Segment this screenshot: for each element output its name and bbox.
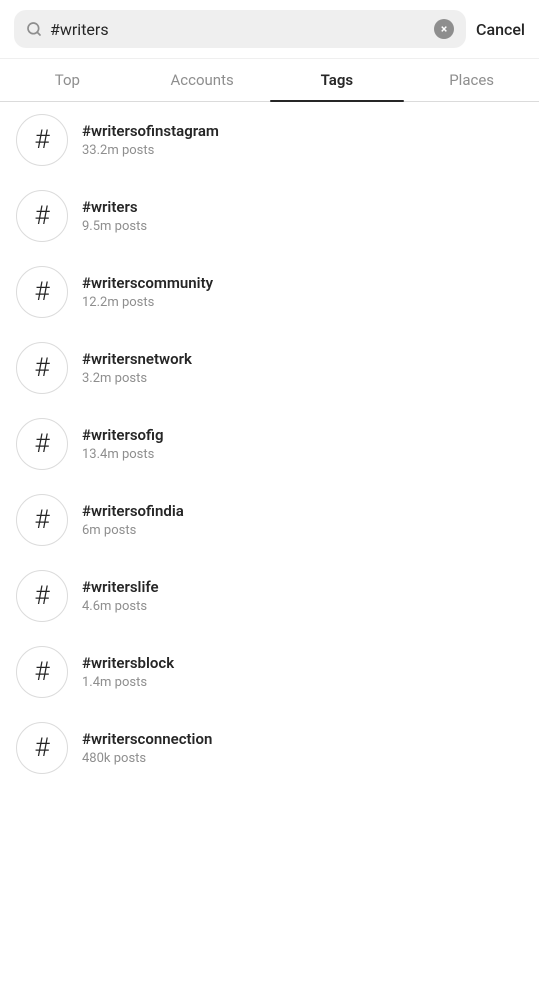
list-item[interactable]: # #writerslife 4.6m posts xyxy=(0,558,539,634)
list-item[interactable]: # #writers 9.5m posts xyxy=(0,178,539,254)
tab-top[interactable]: Top xyxy=(0,59,135,101)
tag-name: #writersconnection xyxy=(82,730,212,748)
tag-post-count: 33.2m posts xyxy=(82,143,219,158)
hashtag-icon: # xyxy=(16,342,68,394)
tag-name: #writersnetwork xyxy=(82,350,192,368)
hashtag-icon: # xyxy=(16,570,68,622)
tag-post-count: 1.4m posts xyxy=(82,675,174,690)
list-item[interactable]: # #writersofinstagram 33.2m posts xyxy=(0,102,539,178)
result-info: #writersconnection 480k posts xyxy=(82,730,212,766)
tag-post-count: 9.5m posts xyxy=(82,219,147,234)
tab-tags[interactable]: Tags xyxy=(270,59,405,101)
list-item[interactable]: # #writerscommunity 12.2m posts xyxy=(0,254,539,330)
search-input[interactable] xyxy=(50,20,426,39)
hashtag-icon: # xyxy=(16,418,68,470)
tab-accounts[interactable]: Accounts xyxy=(135,59,270,101)
tag-post-count: 13.4m posts xyxy=(82,447,164,462)
result-info: #writersblock 1.4m posts xyxy=(82,654,174,690)
results-list: # #writersofinstagram 33.2m posts # #wri… xyxy=(0,102,539,786)
list-item[interactable]: # #writersnetwork 3.2m posts xyxy=(0,330,539,406)
tag-name: #writersblock xyxy=(82,654,174,672)
result-info: #writersnetwork 3.2m posts xyxy=(82,350,192,386)
tabs-bar: Top Accounts Tags Places xyxy=(0,59,539,102)
list-item[interactable]: # #writersofig 13.4m posts xyxy=(0,406,539,482)
list-item[interactable]: # #writersofindia 6m posts xyxy=(0,482,539,558)
search-bar: × Cancel xyxy=(0,0,539,59)
tag-post-count: 12.2m posts xyxy=(82,295,213,310)
tag-name: #writerscommunity xyxy=(82,274,213,292)
result-info: #writers 9.5m posts xyxy=(82,198,147,234)
list-item[interactable]: # #writersconnection 480k posts xyxy=(0,710,539,786)
hashtag-icon: # xyxy=(16,646,68,698)
tag-name: #writers xyxy=(82,198,147,216)
tag-post-count: 4.6m posts xyxy=(82,599,159,614)
tag-name: #writerslife xyxy=(82,578,159,596)
hashtag-icon: # xyxy=(16,494,68,546)
tag-name: #writersofig xyxy=(82,426,164,444)
tag-post-count: 480k posts xyxy=(82,751,212,766)
hashtag-icon: # xyxy=(16,266,68,318)
result-info: #writersofig 13.4m posts xyxy=(82,426,164,462)
result-info: #writersofinstagram 33.2m posts xyxy=(82,122,219,158)
result-info: #writerscommunity 12.2m posts xyxy=(82,274,213,310)
result-info: #writerslife 4.6m posts xyxy=(82,578,159,614)
hashtag-icon: # xyxy=(16,190,68,242)
hashtag-icon: # xyxy=(16,114,68,166)
list-item[interactable]: # #writersblock 1.4m posts xyxy=(0,634,539,710)
tag-post-count: 6m posts xyxy=(82,523,184,538)
tag-name: #writersofindia xyxy=(82,502,184,520)
clear-icon[interactable]: × xyxy=(434,19,454,39)
tag-name: #writersofinstagram xyxy=(82,122,219,140)
tab-places[interactable]: Places xyxy=(404,59,539,101)
hashtag-icon: # xyxy=(16,722,68,774)
search-input-wrapper: × xyxy=(14,10,466,48)
cancel-button[interactable]: Cancel xyxy=(476,20,525,39)
result-info: #writersofindia 6m posts xyxy=(82,502,184,538)
tag-post-count: 3.2m posts xyxy=(82,371,192,386)
search-icon xyxy=(26,21,42,37)
